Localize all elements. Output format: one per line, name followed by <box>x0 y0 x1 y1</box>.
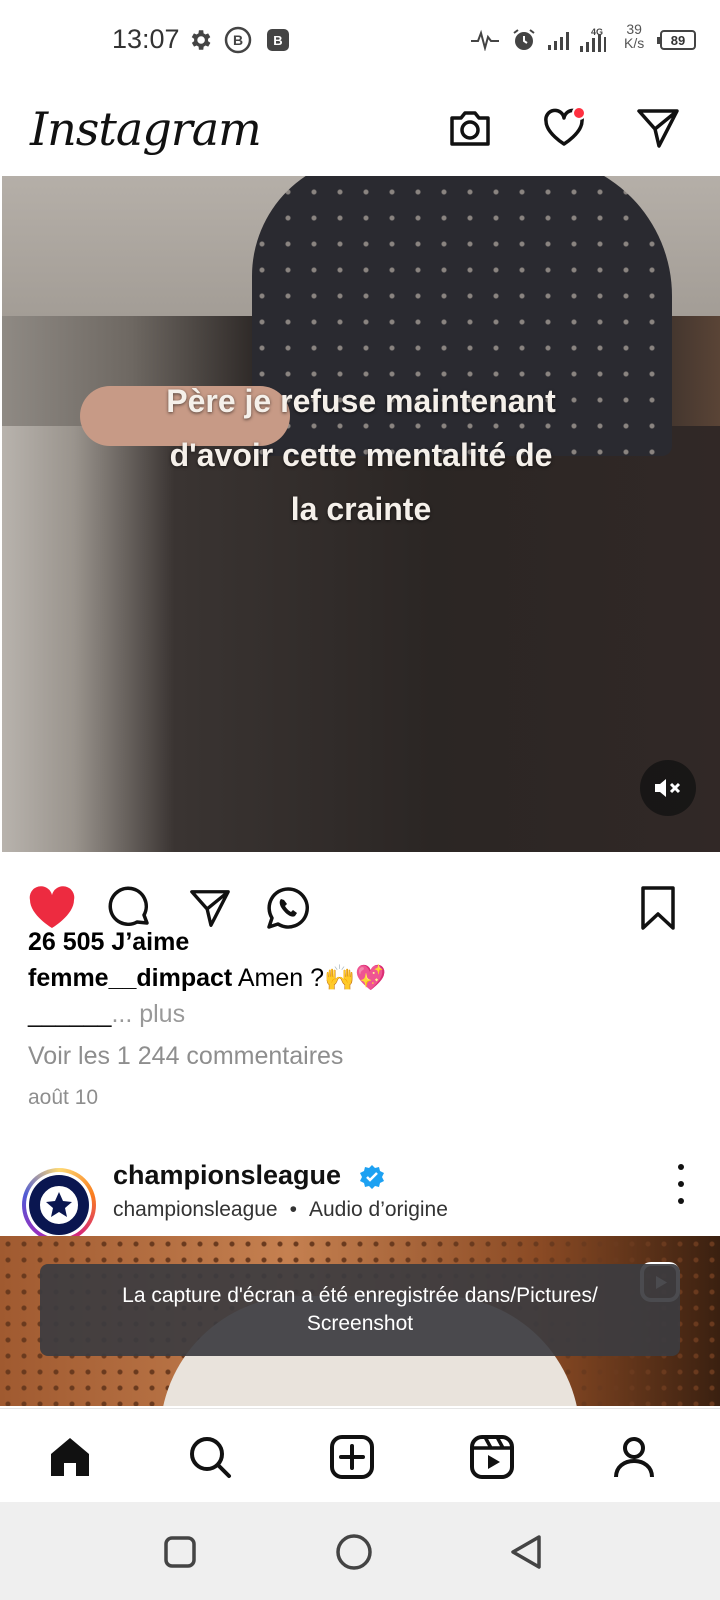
nav-profile[interactable] <box>606 1429 662 1485</box>
notification-dot <box>572 106 586 120</box>
speaker-muted-icon <box>655 779 681 797</box>
b-square-icon: B <box>264 24 292 56</box>
dot <box>678 1181 684 1187</box>
recents-icon <box>164 1536 196 1568</box>
bookmark-icon <box>641 886 675 930</box>
status-time: 13:07 <box>112 24 180 54</box>
direct-messages-button[interactable] <box>632 102 684 154</box>
search-icon <box>190 1437 231 1478</box>
more-options-button[interactable] <box>666 1164 696 1204</box>
view-comments-link[interactable]: Voir les 1 244 commentaires <box>28 1042 343 1071</box>
subtitle-account[interactable]: championsleague <box>113 1198 278 1221</box>
send-icon <box>190 890 230 927</box>
story-ring[interactable] <box>22 1168 96 1242</box>
camera-icon <box>450 111 490 146</box>
caption-username[interactable]: femme__dimpact <box>28 964 232 992</box>
original-audio-link[interactable]: Audio d’origine <box>309 1198 448 1221</box>
profile-icon <box>614 1437 654 1478</box>
activity-button[interactable] <box>538 102 590 154</box>
system-navigation <box>0 1502 720 1600</box>
post-video[interactable]: Père je refuse maintenant d'avoir cette … <box>2 176 720 852</box>
more-link[interactable]: ... plus <box>111 1000 185 1028</box>
mute-button[interactable] <box>640 760 696 816</box>
send-icon <box>637 109 679 148</box>
next-post-header: championsleague championsleague • Audio d’… <box>0 1140 720 1242</box>
home-system-button[interactable] <box>334 1532 374 1572</box>
next-post-subtitle: championsleague • Audio d’origine <box>113 1198 448 1222</box>
signal-icon <box>546 24 576 56</box>
bottom-navigation <box>0 1408 720 1502</box>
save-button[interactable] <box>634 884 682 932</box>
comment-button[interactable] <box>106 884 154 932</box>
nav-search[interactable] <box>182 1429 238 1485</box>
dot <box>678 1198 684 1204</box>
whatsapp-share-button[interactable] <box>264 884 312 932</box>
separator-dot: • <box>289 1198 297 1221</box>
screenshot-toast: La capture d'écran a été enregistrée dan… <box>40 1264 680 1356</box>
nav-reels[interactable] <box>464 1429 520 1485</box>
battery-indicator: 89 <box>657 30 696 50</box>
dot <box>678 1164 684 1170</box>
video-subtitle: Père je refuse maintenant d'avoir cette … <box>166 383 556 527</box>
create-icon <box>330 1435 374 1479</box>
caption-more[interactable]: ______... plus <box>28 1000 185 1029</box>
verified-badge-icon <box>359 1164 385 1190</box>
like-button[interactable] <box>28 884 76 932</box>
nav-create[interactable] <box>324 1429 380 1485</box>
app-header: Instagram <box>0 80 720 176</box>
signal-4g-icon: 4G <box>578 24 610 56</box>
recents-button[interactable] <box>160 1532 200 1572</box>
share-button[interactable] <box>186 884 234 932</box>
b-icon: B <box>222 24 254 56</box>
caption-text: Amen ?🙌💖 <box>237 964 387 992</box>
comment-icon <box>108 886 149 926</box>
nav-home[interactable] <box>42 1429 98 1485</box>
next-post-username[interactable]: championsleague <box>113 1160 385 1191</box>
camera-button[interactable] <box>444 102 496 154</box>
status-bar: 13:07 B B 4G 39 K/s 89 <box>0 0 720 80</box>
svg-text:B: B <box>273 33 282 48</box>
post-caption: femme__dimpact Amen ?🙌💖 <box>28 964 386 993</box>
back-button[interactable] <box>506 1532 546 1572</box>
instagram-logo[interactable]: Instagram <box>30 102 262 156</box>
home-icon <box>51 1438 89 1476</box>
battery-level: 89 <box>670 32 686 48</box>
back-icon <box>511 1535 541 1569</box>
network-speed: 39 K/s <box>624 21 645 51</box>
reels-icon <box>470 1435 514 1479</box>
likes-count[interactable]: 26 505 J’aime <box>28 928 189 957</box>
activity-icon <box>470 24 500 56</box>
home-circle-icon <box>336 1534 372 1570</box>
heart-filled-icon <box>29 886 75 928</box>
avatar <box>26 1172 92 1238</box>
whatsapp-icon <box>267 887 309 929</box>
gear-icon <box>186 24 214 56</box>
post-date: août 10 <box>28 1086 99 1109</box>
svg-text:B: B <box>233 32 243 48</box>
alarm-icon <box>510 24 538 56</box>
svg-text:4G: 4G <box>591 27 603 37</box>
champions-league-logo-icon <box>29 1175 89 1235</box>
caption-more-prefix: ______ <box>28 1000 112 1028</box>
